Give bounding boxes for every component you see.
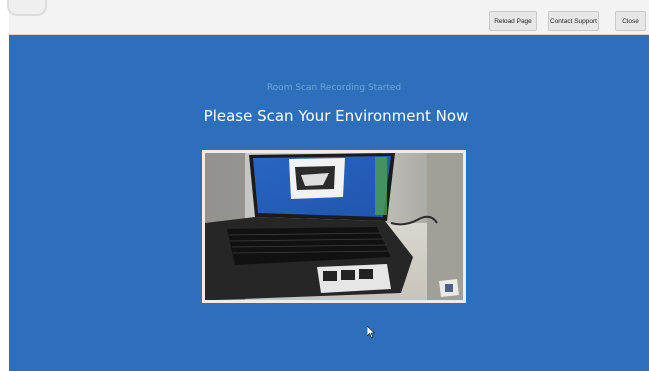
scan-instruction-heading: Please Scan Your Environment Now bbox=[203, 107, 469, 125]
close-button[interactable]: Close bbox=[615, 11, 646, 31]
reload-page-button[interactable]: Reload Page bbox=[489, 11, 537, 31]
mouse-pointer-icon bbox=[367, 326, 375, 338]
webcam-video-feed bbox=[205, 153, 463, 300]
contact-support-button[interactable]: Contact Support bbox=[548, 11, 599, 31]
app-window: Reload Page Contact Support Close Room S… bbox=[7, 0, 649, 371]
room-scan-panel: Room Scan Recording Started Please Scan … bbox=[9, 35, 649, 371]
toolbar: Reload Page Contact Support Close bbox=[7, 0, 649, 35]
recording-status-text: Room Scan Recording Started bbox=[266, 83, 402, 93]
app-logo-icon bbox=[7, 0, 47, 16]
webcam-preview bbox=[202, 150, 466, 303]
